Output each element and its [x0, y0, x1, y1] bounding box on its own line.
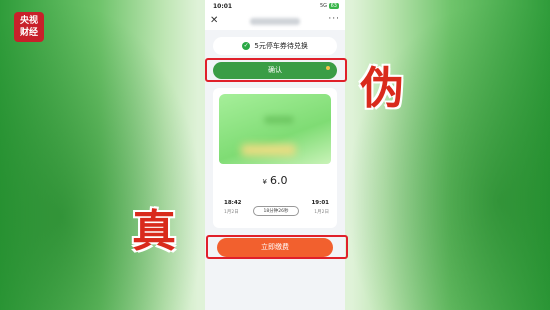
nav-title-blurred	[250, 18, 300, 25]
close-icon[interactable]: ✕	[210, 15, 218, 26]
background-right	[345, 0, 550, 310]
entry-time: 18:42	[224, 200, 242, 206]
parking-ticket-card: ¥6.0 18:42 1月2日 18分钟26秒 19:01 1月2日	[213, 88, 337, 228]
logo-line2: 财经	[19, 28, 38, 38]
amount-value: 6.0	[269, 174, 288, 187]
coupon-banner[interactable]: ✓ 5元停车券待兑换	[213, 37, 337, 55]
annotation-real: 真	[132, 206, 176, 257]
cctv-finance-logo: 央视 财经	[14, 12, 44, 42]
signal-label: 5G	[319, 3, 328, 9]
ticket-header-blurred	[219, 94, 331, 164]
exit-time: 19:01	[311, 200, 329, 206]
status-bar: 10:01 5G 63	[205, 0, 345, 14]
nav-bar: ✕ ···	[205, 14, 345, 30]
parking-duration: 18分钟26秒	[253, 206, 299, 216]
more-icon[interactable]: ···	[328, 14, 340, 24]
logo-line1: 央视	[19, 16, 38, 26]
highlight-box-pay	[206, 235, 348, 259]
status-time: 10:01	[213, 3, 233, 10]
check-icon: ✓	[242, 42, 251, 50]
annotation-fake: 伪	[360, 63, 404, 114]
phone-screen: 10:01 5G 63 ✕ ··· ✓ 5元停车券待兑换 确认 ¥6.0 18:…	[205, 0, 345, 310]
battery-icon: 63	[328, 3, 339, 9]
background-left	[0, 0, 205, 310]
status-indicators: 5G 63	[320, 3, 339, 9]
currency-symbol: ¥	[262, 178, 267, 186]
highlight-box-confirm	[205, 58, 347, 82]
blur-shape	[241, 144, 296, 156]
coupon-label: 5元停车券待兑换	[254, 42, 308, 50]
fee-amount: ¥6.0	[213, 174, 337, 187]
entry-date: 1月2日	[224, 210, 239, 215]
exit-date: 1月2日	[314, 210, 329, 215]
blur-shape	[264, 116, 294, 124]
